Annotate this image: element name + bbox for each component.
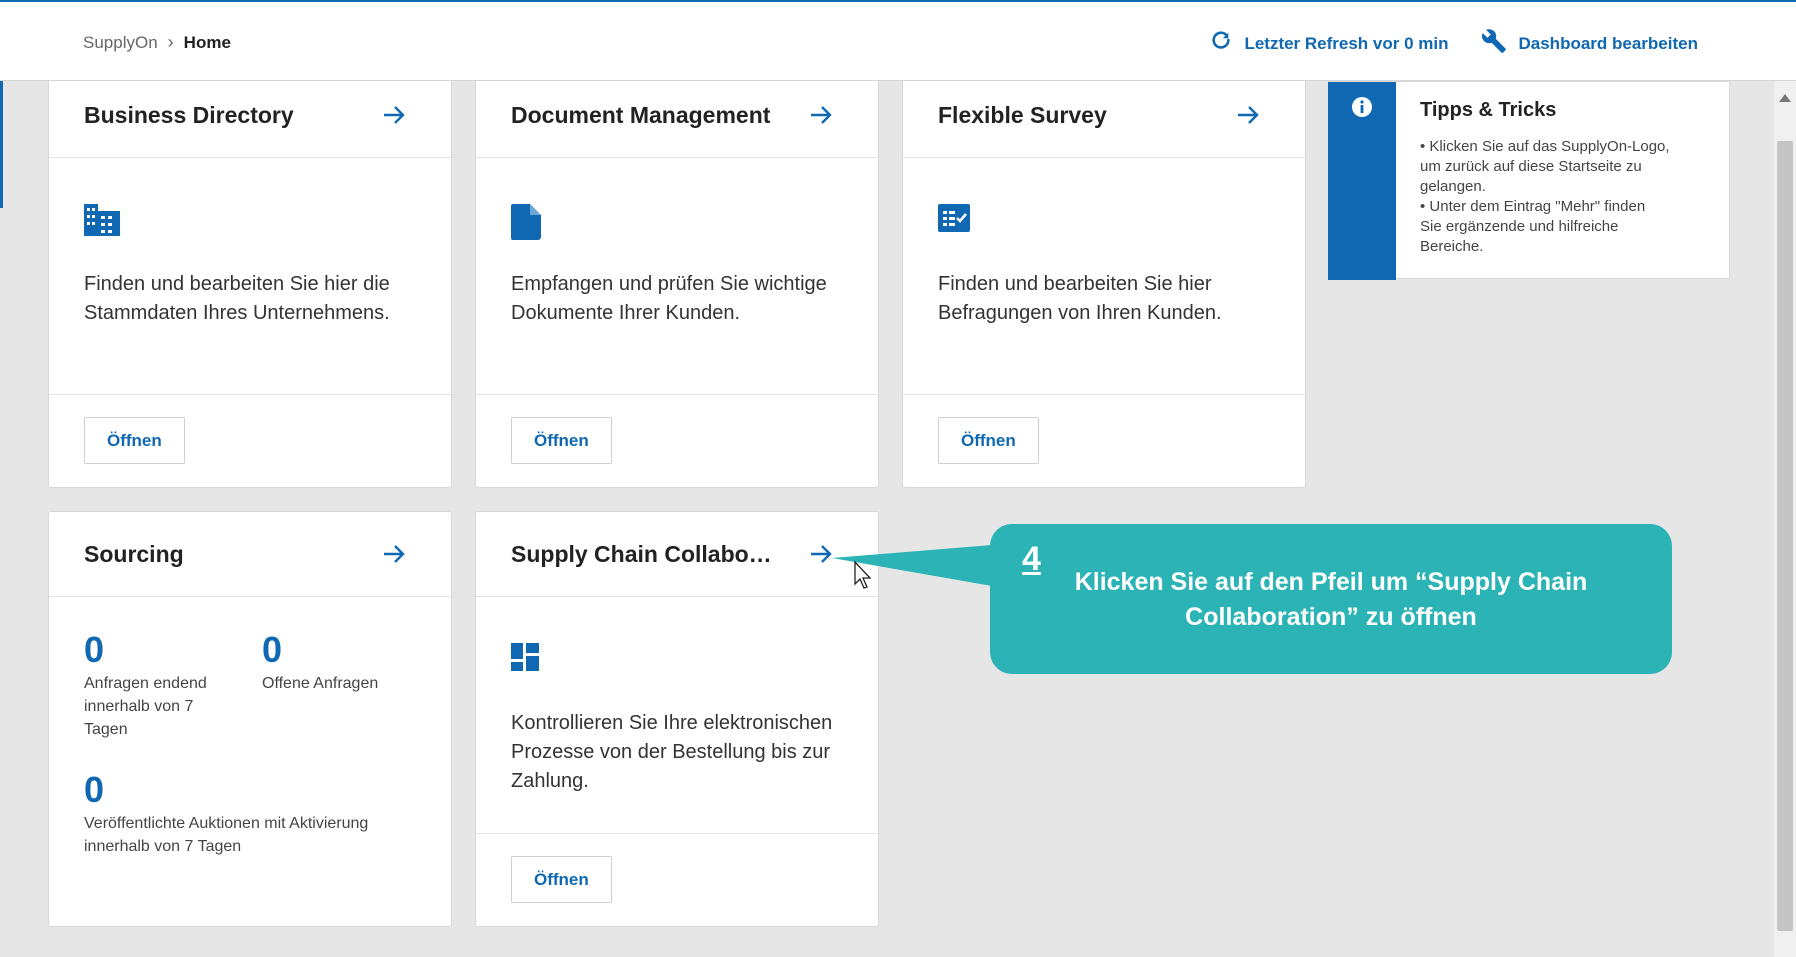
tips-line: • Unter dem Eintrag "Mehr" finden Sie er…	[1420, 198, 1646, 255]
vertical-scrollbar[interactable]	[1774, 81, 1796, 957]
info-icon	[1351, 96, 1373, 280]
tips-text: • Klicken Sie auf das SupplyOn-Logo, um …	[1420, 137, 1670, 257]
open-button[interactable]: Öffnen	[511, 417, 612, 464]
checklist-icon	[938, 204, 970, 237]
wrench-icon	[1481, 28, 1507, 59]
tips-line: • Klicken Sie auf das SupplyOn-Logo, um …	[1420, 138, 1670, 195]
tips-title: Tipps & Tricks	[1420, 99, 1557, 121]
arrow-right-icon[interactable]	[382, 104, 406, 126]
open-button[interactable]: Öffnen	[511, 856, 612, 903]
card-title: Document Management	[511, 101, 771, 128]
card-title: Sourcing	[84, 540, 184, 567]
scroll-up-arrow-icon[interactable]	[1779, 89, 1791, 107]
building-icon	[84, 204, 120, 241]
stat-label-auctions: Veröffentlichte Auktionen mit Aktivierun…	[84, 815, 369, 855]
card-description: Empfangen und prüfen Sie wichtige Dokume…	[511, 273, 827, 324]
arrow-right-icon[interactable]	[1236, 104, 1260, 126]
stat-value-ending-requests[interactable]: 0	[84, 629, 104, 671]
dashboard-icon	[511, 643, 539, 676]
tutorial-callout: 4 Klicken Sie auf den Pfeil um “Supply C…	[990, 524, 1672, 674]
edit-dashboard-label: Dashboard bearbeiten	[1518, 33, 1699, 53]
card-header: Supply Chain Collabo…	[476, 512, 878, 597]
refresh-button[interactable]: Letzter Refresh vor 0 min	[1210, 30, 1449, 57]
card-business-directory: Business Directory Finden und bearbeiten…	[48, 72, 452, 488]
chevron-right-icon: ›	[167, 32, 174, 52]
card-footer: Öffnen	[49, 394, 451, 487]
edit-dashboard-button[interactable]: Dashboard bearbeiten	[1481, 28, 1699, 59]
top-actions: Letzter Refresh vor 0 min Dashboard bear…	[1210, 28, 1698, 59]
arrow-right-icon[interactable]	[809, 543, 833, 565]
stat-value-open-requests[interactable]: 0	[262, 629, 282, 671]
open-button[interactable]: Öffnen	[84, 417, 185, 464]
card-body: 0 Anfragen endend innerhalb von 7 Tagen …	[49, 597, 451, 927]
card-supply-chain-collaboration: Supply Chain Collabo… Kontrollieren Sie …	[475, 511, 879, 927]
stat-value-auctions[interactable]: 0	[84, 769, 104, 811]
card-header: Flexible Survey	[903, 73, 1305, 158]
scrollbar-thumb[interactable]	[1777, 141, 1793, 931]
breadcrumb-supplyon[interactable]: SupplyOn	[83, 33, 158, 53]
breadcrumb: SupplyOn › Home	[83, 32, 231, 53]
card-title: Flexible Survey	[938, 101, 1107, 128]
document-icon	[511, 204, 541, 245]
stat-label-open-requests: Offene Anfragen	[262, 675, 379, 692]
stat-label-ending-requests: Anfragen endend innerhalb von 7 Tagen	[84, 675, 207, 738]
card-document-management: Document Management Empfangen und prüfen…	[475, 72, 879, 488]
left-accent-bar	[0, 81, 3, 208]
card-footer: Öffnen	[476, 833, 878, 926]
card-description: Kontrollieren Sie Ihre elektronischen Pr…	[511, 712, 833, 792]
arrow-right-icon[interactable]	[382, 543, 406, 565]
tips-accent-bar	[1328, 82, 1396, 280]
card-header: Sourcing	[49, 512, 451, 597]
tips-panel: Tipps & Tricks • Klicken Sie auf das Sup…	[1328, 81, 1730, 280]
card-description: Finden und bearbeiten Sie hier die Stamm…	[84, 273, 390, 324]
card-description: Finden und bearbeiten Sie hier Befragung…	[938, 273, 1222, 324]
open-button[interactable]: Öffnen	[938, 417, 1039, 464]
refresh-label: Letzter Refresh vor 0 min	[1244, 33, 1449, 53]
card-footer: Öffnen	[476, 394, 878, 487]
card-sourcing: Sourcing 0 Anfragen endend innerhalb von…	[48, 511, 452, 927]
card-footer: Öffnen	[903, 394, 1305, 487]
card-header: Document Management	[476, 73, 878, 158]
callout-text: Klicken Sie auf den Pfeil um “Supply Cha…	[1074, 568, 1588, 631]
card-header: Business Directory	[49, 73, 451, 158]
refresh-icon	[1210, 30, 1232, 57]
card-title: Supply Chain Collabo…	[511, 540, 772, 567]
breadcrumb-home: Home	[183, 32, 231, 52]
card-flexible-survey: Flexible Survey Finden und bearbeiten Si…	[902, 72, 1306, 488]
top-bar: SupplyOn › Home Letzter Refresh vor 0 mi…	[0, 0, 1796, 81]
arrow-right-icon[interactable]	[809, 104, 833, 126]
card-title: Business Directory	[84, 101, 294, 128]
